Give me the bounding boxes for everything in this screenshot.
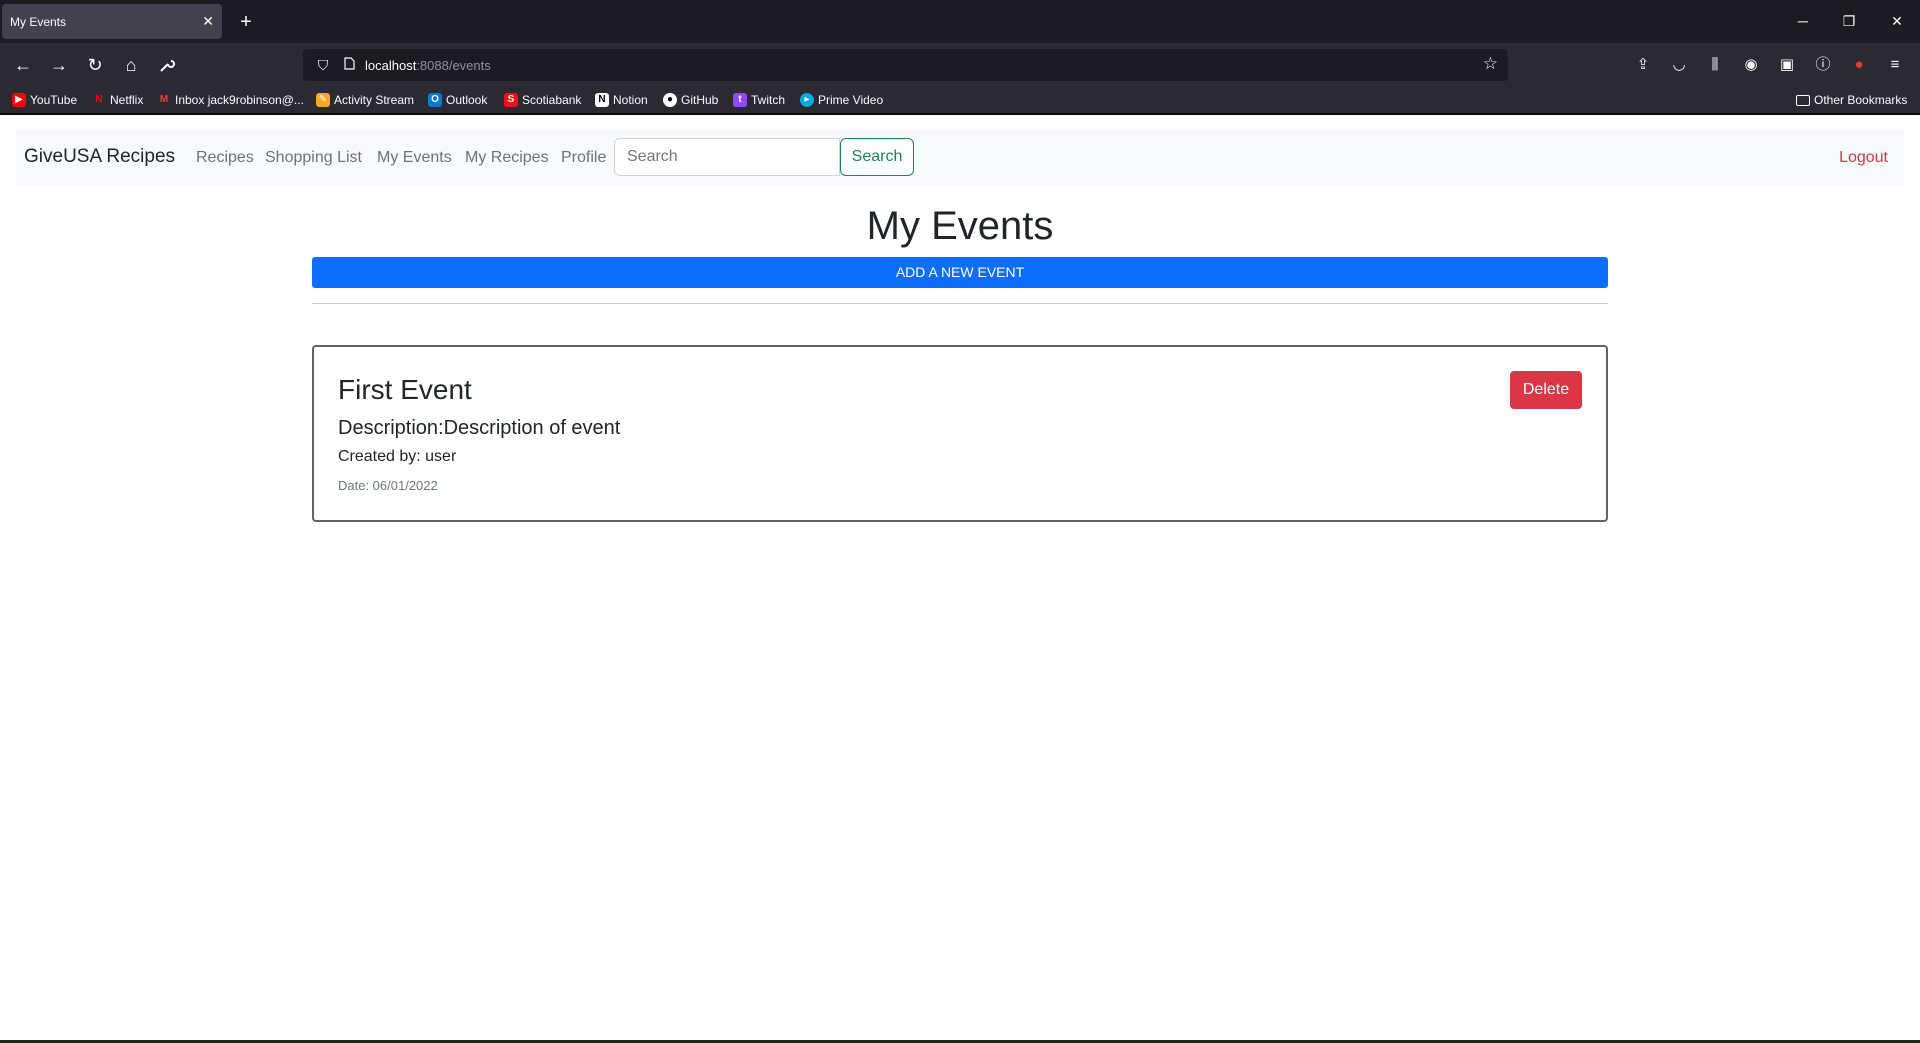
bookmark-scotiabank[interactable]: S Scotiabank [504,91,581,109]
event-title: First Event [338,374,472,405]
browser-tab[interactable]: My Events ✕ [2,4,222,39]
brand-link[interactable]: GiveUSA Recipes [24,146,175,168]
app-navbar: GiveUSA Recipes Recipes Shopping List My… [16,130,1904,186]
bookmark-netflix[interactable]: N Netflix [92,91,143,109]
search-button[interactable]: Search [840,138,914,176]
bookmark-youtube[interactable]: ▶ YouTube [12,91,77,109]
shield-icon[interactable]: ⛉ [313,57,333,74]
menu-icon[interactable]: ≡ [1882,52,1908,78]
pocket-icon[interactable]: ◡ [1666,52,1692,78]
nav-profile[interactable]: Profile [561,149,606,167]
restore-button[interactable]: ❐ [1826,0,1872,43]
lock-extension-icon[interactable]: ● [1846,52,1872,78]
bookmark-label: Inbox jack9robinson@... [175,93,304,107]
logout-link[interactable]: Logout [1839,149,1888,167]
wrench-icon[interactable] [152,50,182,80]
other-bookmarks[interactable]: Other Bookmarks [1796,91,1907,109]
scotiabank-icon: S [504,93,518,107]
nav-my-recipes[interactable]: My Recipes [465,149,549,167]
search-input[interactable] [614,138,840,176]
event-description: Description:Description of event [338,417,621,439]
bookmark-github[interactable]: ● GitHub [663,91,718,109]
github-icon: ● [663,93,677,107]
minimize-button[interactable]: ─ [1780,0,1826,43]
nav-shopping-list[interactable]: Shopping List [265,149,362,167]
bookmark-notion[interactable]: N Notion [595,91,648,109]
library-icon[interactable]: ⫼ [1702,52,1728,78]
twitch-icon: t [733,93,747,107]
event-date: Date: 06/01/2022 [338,478,438,493]
netflix-icon: N [95,94,103,105]
forward-icon[interactable]: → [44,50,74,80]
event-card: First Event Description:Description of e… [312,345,1608,522]
tab-title: My Events [10,14,67,29]
back-icon[interactable]: ← [8,50,38,80]
add-event-button[interactable]: ADD A NEW EVENT [312,257,1608,288]
divider [312,303,1608,304]
bookmark-gmail[interactable]: M Inbox jack9robinson@... [157,91,304,109]
home-icon[interactable]: ⌂ [116,50,146,80]
folder-icon [1796,94,1810,106]
bookmark-label: Twitch [751,93,786,107]
bookmark-label: YouTube [30,93,78,107]
url-path: :8088/events [416,57,491,73]
youtube-icon: ▶ [12,93,26,107]
bookmark-outlook[interactable]: O Outlook [428,91,487,109]
pocket-list-icon[interactable]: ⇪ [1630,52,1656,78]
bookmarks-bar: ▶ YouTube N Netflix M Inbox jack9robinso… [0,86,1920,113]
gmail-icon: M [159,94,169,105]
page-icon [339,57,359,73]
bookmark-label: Outlook [446,93,488,107]
page-top-border [0,113,1920,115]
extension-icon[interactable]: ▣ [1774,52,1800,78]
primevideo-icon: ▸ [800,93,814,107]
url-host: localhost [365,57,417,73]
close-window-button[interactable]: ✕ [1874,0,1920,43]
bookmark-star-icon[interactable]: ☆ [1483,54,1498,74]
page-title: My Events [866,204,1054,248]
bookmark-label: Prime Video [818,93,884,107]
delete-event-button[interactable]: Delete [1510,371,1582,409]
bookmark-label: Scotiabank [522,93,582,107]
outlook-icon: O [428,93,442,107]
other-bookmarks-label: Other Bookmarks [1814,93,1908,107]
bookmark-twitch[interactable]: t Twitch [733,91,785,109]
activity-icon: ✎ [316,93,330,107]
bookmark-prime-video[interactable]: ▸ Prime Video [800,91,883,109]
bookmark-label: Netflix [110,93,144,107]
password-manager-icon[interactable]: ⓘ [1810,52,1836,78]
bookmark-label: GitHub [681,93,719,107]
notion-icon: N [595,93,609,107]
nav-my-events[interactable]: My Events [377,149,452,167]
url-bar[interactable]: ⛉ localhost:8088/events ☆ [303,49,1508,81]
browser-tab-bar: My Events ✕ + ─ ❐ ✕ [0,0,1920,43]
tab-close-icon[interactable]: ✕ [202,13,214,30]
bookmark-label: Activity Stream [334,93,415,107]
browser-toolbar: ← → ↻ ⌂ ⛉ localhost:8088/events ☆ ⇪ ◡ ⫼ … [0,43,1920,86]
new-tab-button[interactable]: + [234,8,258,36]
nav-recipes[interactable]: Recipes [196,149,254,167]
reload-icon[interactable]: ↻ [80,50,110,80]
bookmark-activity-stream[interactable]: ✎ Activity Stream [316,91,414,109]
event-created-by: Created by: user [338,448,457,465]
bookmark-label: Notion [613,93,648,107]
extension-icon[interactable]: ◉ [1738,52,1764,78]
